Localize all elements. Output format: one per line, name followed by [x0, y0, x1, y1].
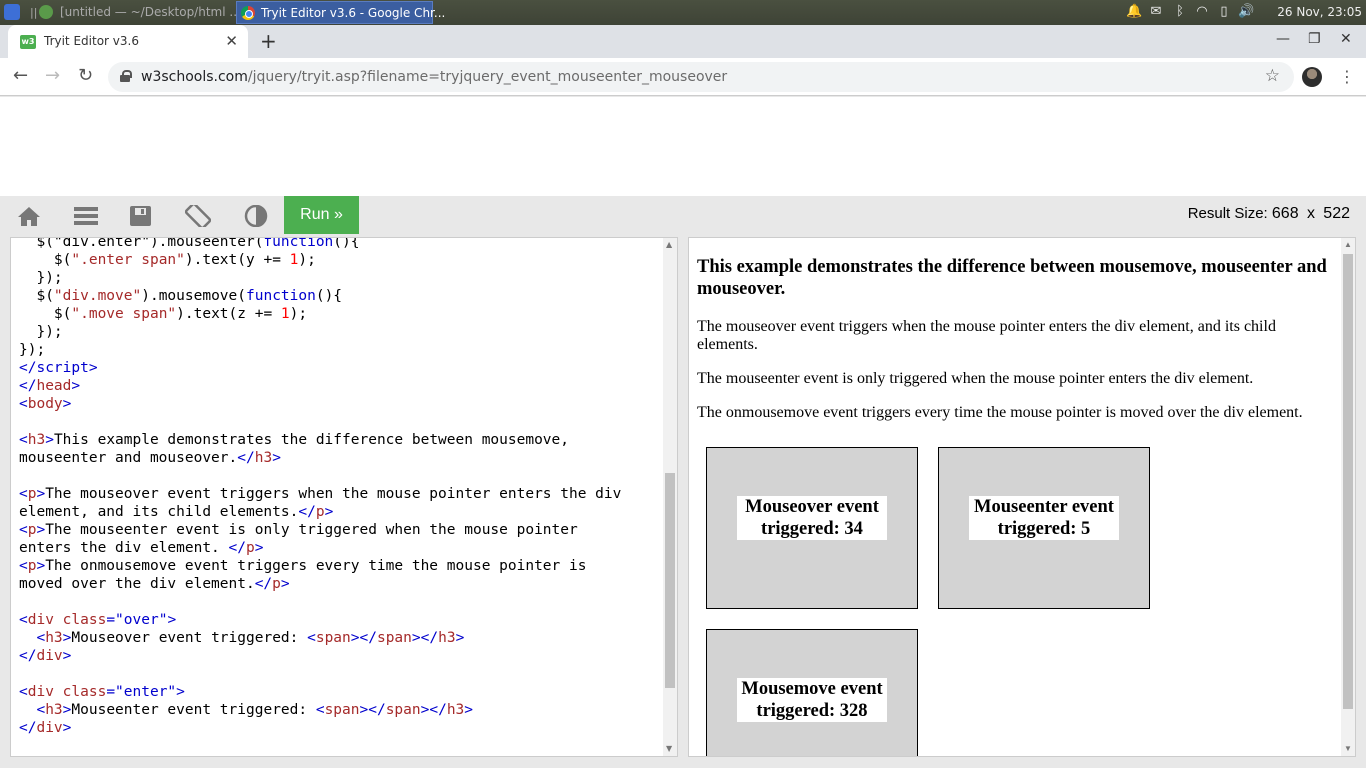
result-height: 522 [1323, 205, 1350, 222]
browser-toolbar: ← → ↻ w3schools.com/jquery/tryit.asp?fil… [0, 58, 1366, 96]
url-path: /jquery/tryit.asp?filename=tryjquery_eve… [247, 69, 728, 85]
code-scrollbar[interactable]: ▲ ▼ [663, 238, 677, 756]
mouseover-box[interactable]: Mouseover event triggered: 34 [706, 447, 918, 609]
rotate-layout-icon[interactable] [185, 205, 211, 227]
window-close-icon[interactable]: ✕ [1340, 31, 1352, 47]
result-heading: This example demonstrates the difference… [697, 257, 1327, 299]
result-size-indicator: Result Size: 668 x 522 [1188, 205, 1350, 223]
more-menu-icon[interactable]: ⋮ [1339, 67, 1355, 86]
profile-avatar[interactable] [1302, 67, 1322, 87]
result-paragraph-mouseover: The mouseover event triggers when the mo… [697, 318, 1276, 353]
browser-tabstrip: w3 Tryit Editor v3.6 ✕ + — ❐ ✕ [0, 25, 1366, 58]
tab-close-icon[interactable]: ✕ [225, 32, 238, 50]
page-content: Run » Result Size: 668 x 522 $("div.ente… [0, 97, 1366, 768]
wifi-icon[interactable]: ◠ [1194, 4, 1210, 20]
taskbar-app-editor[interactable]: [untitled — ~/Desktop/html ... [60, 5, 241, 19]
lock-icon[interactable] [120, 70, 132, 82]
result-scrollbar-thumb[interactable] [1343, 254, 1353, 709]
os-taskbar: || [untitled — ~/Desktop/html ... Tryit … [0, 0, 1366, 25]
mail-icon[interactable]: ✉ [1148, 4, 1164, 20]
volume-icon[interactable]: 🔊 [1238, 4, 1254, 20]
address-bar[interactable]: w3schools.com/jquery/tryit.asp?filename=… [108, 62, 1294, 92]
taskbar-separator: || [30, 6, 38, 19]
run-button[interactable]: Run » [284, 196, 359, 234]
url-host: w3schools.com [141, 69, 248, 85]
mousemove-box[interactable]: Mousemove event triggered: 328 [706, 629, 918, 756]
restore-icon[interactable]: ❐ [1308, 31, 1321, 47]
new-tab-icon[interactable]: + [260, 29, 277, 53]
result-paragraph-mousemove: The onmousemove event triggers every tim… [697, 404, 1303, 421]
result-paragraph-mouseenter: The mouseenter event is only triggered w… [697, 370, 1254, 387]
code-scrollbar-thumb[interactable] [665, 473, 675, 688]
result-size-x: x [1306, 205, 1315, 222]
result-frame[interactable]: This example demonstrates the difference… [688, 237, 1356, 757]
taskbar-app-chrome-label: Tryit Editor v3.6 - Google Chr... [261, 6, 446, 20]
taskbar-app-chrome[interactable]: Tryit Editor v3.6 - Google Chr... [236, 1, 445, 24]
url-text[interactable]: w3schools.com/jquery/tryit.asp?filename=… [141, 69, 727, 85]
reload-icon[interactable]: ↻ [78, 66, 93, 86]
code-editor[interactable]: $("div.enter").mouseenter(function(){ $(… [10, 237, 678, 757]
mousemove-counter: Mousemove event triggered: 328 [737, 678, 887, 722]
result-scroll-down-icon[interactable]: ▼ [1344, 744, 1352, 753]
scroll-down-arrow-icon[interactable]: ▼ [666, 744, 672, 753]
bookmark-star-icon[interactable]: ☆ [1265, 66, 1280, 86]
ad-space [0, 97, 1366, 196]
w3schools-favicon-icon: w3 [20, 35, 36, 49]
code-text[interactable]: $("div.enter").mouseenter(function(){ $(… [19, 238, 621, 737]
bell-icon[interactable]: 🔔 [1126, 4, 1142, 20]
menu-icon[interactable] [73, 205, 99, 227]
mouseenter-counter: Mouseenter event triggered: 5 [969, 496, 1119, 540]
home-icon[interactable] [16, 205, 42, 227]
scroll-up-arrow-icon[interactable]: ▲ [666, 240, 672, 249]
result-width: 668 [1271, 205, 1299, 222]
forward-arrow-icon[interactable]: → [45, 66, 60, 86]
battery-icon[interactable]: ▯ [1216, 4, 1232, 20]
save-icon[interactable] [128, 205, 154, 227]
theme-toggle-icon[interactable] [243, 205, 269, 227]
bluetooth-icon[interactable]: ᛒ [1172, 4, 1188, 20]
clock[interactable]: 26 Nov, 23:05 [1277, 5, 1362, 19]
browser-tab[interactable]: w3 Tryit Editor v3.6 ✕ [8, 25, 248, 58]
result-scrollbar[interactable]: ▲ ▼ [1341, 238, 1355, 756]
chrome-icon [241, 6, 255, 20]
mouseenter-box[interactable]: Mouseenter event triggered: 5 [938, 447, 1150, 609]
tryit-toolbar: Run » Result Size: 668 x 522 [0, 196, 1366, 234]
result-size-label: Result Size: [1187, 205, 1268, 222]
tab-title: Tryit Editor v3.6 [44, 34, 139, 48]
start-menu-icon[interactable] [4, 4, 20, 20]
result-scroll-up-icon[interactable]: ▲ [1344, 240, 1352, 249]
system-tray: 🔔 ✉ ᛒ ◠ ▯ 🔊 26 Nov, 23:05 [1126, 0, 1366, 25]
minimize-icon[interactable]: — [1276, 31, 1290, 47]
text-editor-app-icon[interactable] [39, 5, 53, 19]
mouseover-counter: Mouseover event triggered: 34 [737, 496, 887, 540]
back-arrow-icon[interactable]: ← [13, 66, 28, 86]
